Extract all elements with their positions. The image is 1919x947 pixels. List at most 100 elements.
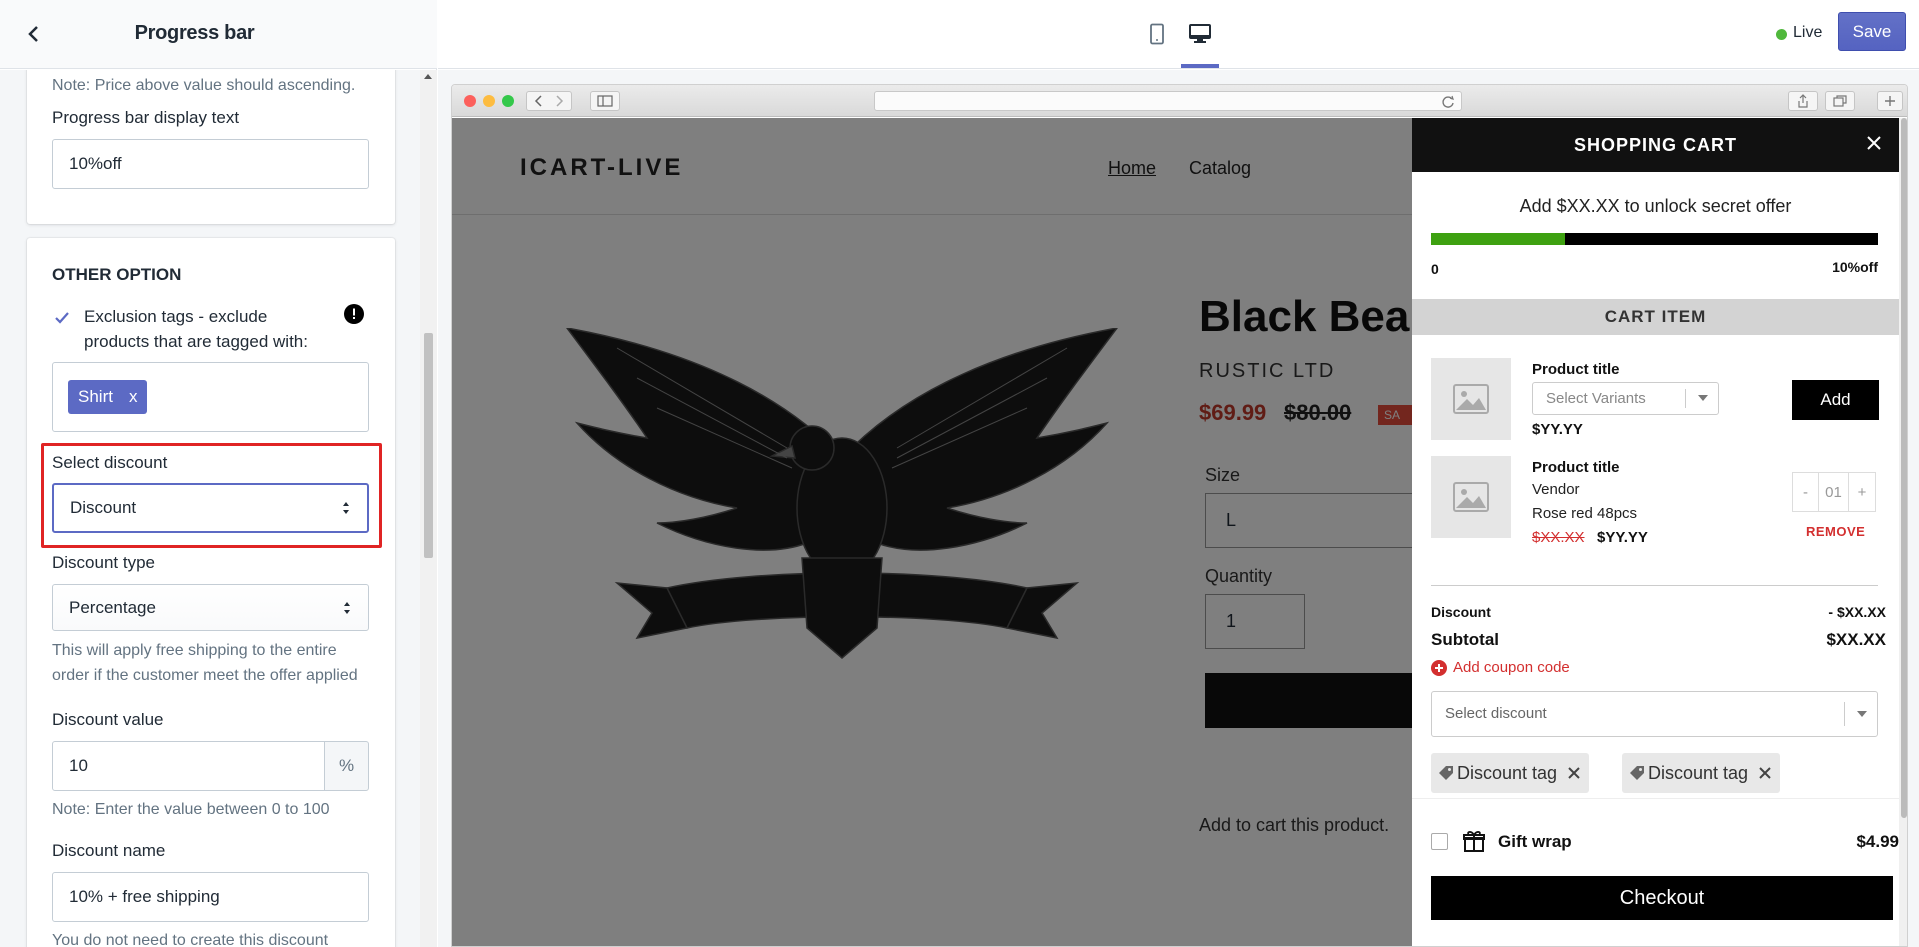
minimize-dot[interactable] bbox=[483, 95, 495, 107]
close-icon[interactable] bbox=[1567, 766, 1581, 780]
live-status-label: Live bbox=[1793, 24, 1823, 41]
cart-discount-select[interactable]: Select discount bbox=[1431, 691, 1878, 737]
display-text-label: Progress bar display text bbox=[52, 108, 240, 127]
forward-arrow-icon[interactable] bbox=[549, 94, 569, 108]
discount-tag-label: Discount tag bbox=[1457, 762, 1558, 783]
discount-name-note: You do not need to create this discount bbox=[52, 932, 329, 947]
quantity-stepper: - 01 + bbox=[1792, 472, 1876, 512]
panel-header: Progress bar bbox=[0, 0, 437, 69]
progress-goal-text: Add $XX.XX to unlock secret offer bbox=[1519, 196, 1792, 216]
sidebar-toggle-icon[interactable] bbox=[590, 91, 620, 111]
new-tab-icon[interactable] bbox=[1877, 91, 1903, 111]
mobile-view-button[interactable] bbox=[1139, 18, 1175, 50]
select-divider bbox=[1844, 702, 1845, 726]
remove-item-link[interactable]: REMOVE bbox=[1806, 524, 1865, 539]
tag-icon bbox=[1439, 766, 1453, 780]
live-status-dot bbox=[1776, 29, 1787, 40]
back-arrow-icon[interactable] bbox=[529, 94, 549, 108]
cart-item-section-label: CART ITEM bbox=[1412, 299, 1899, 335]
tabs-icon[interactable] bbox=[1825, 91, 1855, 111]
qty-minus-button[interactable]: - bbox=[1793, 473, 1819, 511]
discount-tag-label: Discount tag bbox=[1648, 762, 1749, 783]
save-button[interactable]: Save bbox=[1838, 12, 1906, 51]
settings-panel: Progress bar Note: Price above value sho… bbox=[0, 0, 437, 947]
select-discount-dropdown[interactable]: Discount bbox=[52, 483, 369, 533]
shipping-note-line2: order if the customer meet the offer app… bbox=[52, 667, 358, 684]
gift-icon bbox=[1463, 831, 1485, 852]
progress-start-label: 0 bbox=[1431, 261, 1439, 277]
chevron-down-icon bbox=[1857, 711, 1867, 717]
share-icon[interactable] bbox=[1788, 91, 1818, 111]
discount-type-label: Discount type bbox=[52, 553, 155, 572]
discount-name-input[interactable]: 10% + free shipping bbox=[52, 872, 369, 922]
scroll-thumb[interactable] bbox=[424, 333, 433, 558]
reload-icon[interactable] bbox=[1441, 95, 1455, 109]
tag-chip-label: Shirt bbox=[78, 387, 113, 406]
progress-text-card: Note: Price above value should ascending… bbox=[27, 70, 395, 224]
discount-type-value: Percentage bbox=[69, 598, 156, 617]
price-note: Note: Price above value should ascending… bbox=[52, 77, 356, 94]
cart-drawer: SHOPPING CART Add $XX.XX to unlock secre… bbox=[1412, 118, 1907, 946]
checkmark-icon bbox=[55, 312, 69, 324]
exclusion-label-line2: products that are tagged with: bbox=[84, 332, 308, 351]
gift-wrap-price: $4.99 bbox=[1856, 832, 1899, 851]
plus-circle-icon bbox=[1431, 659, 1447, 676]
image-placeholder-icon bbox=[1453, 384, 1489, 414]
close-icon bbox=[1867, 136, 1881, 150]
select-discount-value: Discount bbox=[70, 498, 137, 517]
cart-scrollbar[interactable] bbox=[1899, 118, 1907, 946]
upsell-add-button[interactable]: Add bbox=[1792, 380, 1879, 420]
scroll-up-arrow-icon[interactable] bbox=[424, 74, 432, 79]
add-coupon-link[interactable]: Add coupon code bbox=[1431, 659, 1570, 676]
gift-wrap-label: Gift wrap bbox=[1498, 832, 1572, 851]
discount-tag-chip: Discount tag bbox=[1622, 753, 1781, 793]
discount-name-label: Discount name bbox=[52, 841, 166, 860]
browser-chrome bbox=[452, 85, 1907, 117]
cart-item-price: $YY.YY bbox=[1597, 529, 1648, 546]
upsell-product-price: $YY.YY bbox=[1532, 421, 1583, 438]
url-bar[interactable] bbox=[874, 91, 1462, 111]
cart-item-title: Product title bbox=[1532, 459, 1620, 476]
nav-buttons bbox=[526, 91, 572, 111]
close-dot[interactable] bbox=[464, 95, 476, 107]
other-option-heading: OTHER OPTION bbox=[52, 265, 182, 284]
other-option-card: OTHER OPTION Exclusion tags - exclude pr… bbox=[27, 238, 395, 947]
maximize-dot[interactable] bbox=[502, 95, 514, 107]
tag-chip: Shirt x bbox=[68, 380, 148, 414]
qty-plus-button[interactable]: + bbox=[1849, 473, 1875, 511]
close-icon[interactable] bbox=[1758, 766, 1772, 780]
cart-item-variant: Rose red 48pcs bbox=[1532, 505, 1638, 522]
checkout-button[interactable]: Checkout bbox=[1431, 876, 1893, 920]
variant-select[interactable]: Select Variants bbox=[1532, 382, 1719, 415]
desktop-view-button[interactable] bbox=[1182, 18, 1218, 50]
gift-wrap-row: Gift wrap $4.99 bbox=[1412, 798, 1899, 878]
display-text-input[interactable]: 10%off bbox=[52, 139, 369, 189]
chevron-down-icon bbox=[1698, 395, 1708, 401]
shipping-note-line1: This will apply free shipping to the ent… bbox=[52, 642, 337, 659]
drawer-overlay[interactable] bbox=[452, 118, 1412, 946]
upsell-product-title: Product title bbox=[1532, 361, 1620, 378]
desktop-icon bbox=[1189, 24, 1211, 43]
image-placeholder-icon bbox=[1453, 482, 1489, 512]
discount-type-dropdown[interactable]: Percentage bbox=[52, 584, 369, 631]
subtotal-value: $XX.XX bbox=[1826, 630, 1886, 649]
info-icon[interactable] bbox=[344, 304, 364, 324]
panel-scrollbar[interactable] bbox=[420, 70, 437, 947]
select-discount-label: Select discount bbox=[52, 453, 168, 472]
qty-value[interactable]: 01 bbox=[1819, 473, 1849, 511]
exclusion-checkbox[interactable] bbox=[52, 308, 72, 328]
cart-title: SHOPPING CART bbox=[1573, 135, 1737, 155]
cart-close-button[interactable] bbox=[1863, 132, 1885, 154]
select-arrows-icon bbox=[343, 502, 349, 514]
cart-scroll-thumb[interactable] bbox=[1901, 118, 1907, 818]
cart-item-vendor: Vendor bbox=[1532, 481, 1580, 498]
add-coupon-label: Add coupon code bbox=[1453, 659, 1570, 676]
cart-discount-placeholder: Select discount bbox=[1445, 705, 1547, 722]
gift-wrap-checkbox[interactable] bbox=[1431, 833, 1448, 850]
discount-value-input[interactable]: 10 bbox=[52, 741, 325, 791]
percent-suffix: % bbox=[324, 741, 369, 791]
tag-remove-button[interactable]: x bbox=[129, 380, 138, 414]
discount-value-note: Note: Enter the value between 0 to 100 bbox=[52, 801, 330, 818]
tag-icon bbox=[1630, 766, 1644, 780]
tag-input[interactable]: Shirt x bbox=[52, 362, 369, 432]
